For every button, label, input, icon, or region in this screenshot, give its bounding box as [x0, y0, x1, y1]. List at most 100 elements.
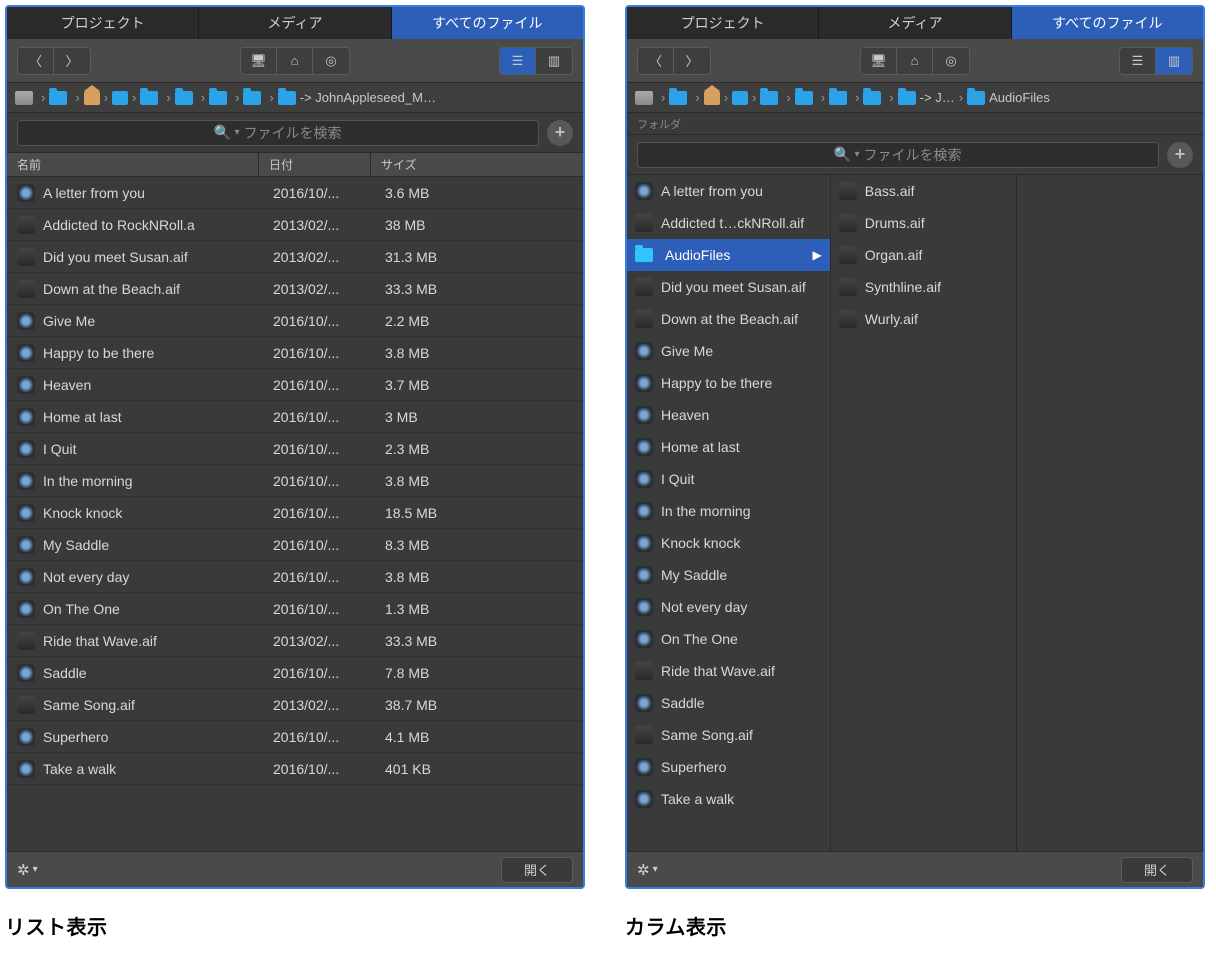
list-item[interactable]: Not every day — [627, 591, 830, 623]
tab-media[interactable]: メディア — [819, 7, 1011, 39]
forward-button[interactable]: 〉 — [674, 48, 710, 74]
list-view-button[interactable]: ☰ — [500, 48, 536, 74]
tab-all-files[interactable]: すべてのファイル — [1012, 7, 1203, 39]
table-row[interactable]: In the morning2016/10/...3.8 MB — [7, 465, 583, 497]
home-button[interactable]: ⌂ — [897, 48, 933, 74]
breadcrumb[interactable]: › › › › › › › › -> JohnAppleseed_M… — [7, 83, 583, 113]
list-item[interactable]: I Quit — [627, 463, 830, 495]
crumb-home[interactable] — [84, 91, 100, 105]
table-row[interactable]: Saddle2016/10/...7.8 MB — [7, 657, 583, 689]
table-row[interactable]: Did you meet Susan.aif2013/02/...31.3 MB — [7, 241, 583, 273]
list-item[interactable]: Did you meet Susan.aif — [627, 271, 830, 303]
project-loc-button[interactable]: ◎ — [933, 48, 969, 74]
table-row[interactable]: Down at the Beach.aif2013/02/...33.3 MB — [7, 273, 583, 305]
action-menu[interactable]: ✲▾ — [637, 861, 658, 879]
back-button[interactable]: 〈 — [638, 48, 674, 74]
add-button[interactable]: + — [547, 120, 573, 146]
crumb-folder[interactable] — [863, 91, 885, 105]
list-item[interactable]: Synthline.aif — [831, 271, 1016, 303]
list-item[interactable]: Knock knock — [627, 527, 830, 559]
crumb-folder[interactable]: -> J… — [898, 90, 955, 105]
list-item[interactable]: Home at last — [627, 431, 830, 463]
crumb-drive[interactable] — [15, 91, 37, 105]
forward-button[interactable]: 〉 — [54, 48, 90, 74]
computer-button[interactable]: 🖥 — [241, 48, 277, 74]
list-item[interactable]: AudioFiles▶ — [627, 239, 830, 271]
list-item[interactable]: Superhero — [627, 751, 830, 783]
list-item[interactable]: In the morning — [627, 495, 830, 527]
table-row[interactable]: Knock knock2016/10/...18.5 MB — [7, 497, 583, 529]
computer-button[interactable]: 🖥 — [861, 48, 897, 74]
list-item[interactable]: Organ.aif — [831, 239, 1016, 271]
list-item[interactable]: Down at the Beach.aif — [627, 303, 830, 335]
list-item[interactable]: Give Me — [627, 335, 830, 367]
table-row[interactable]: Take a walk2016/10/...401 KB — [7, 753, 583, 785]
tab-project[interactable]: プロジェクト — [7, 7, 199, 39]
table-row[interactable]: My Saddle2016/10/...8.3 MB — [7, 529, 583, 561]
list-item[interactable]: Drums.aif — [831, 207, 1016, 239]
open-button[interactable]: 開く — [1121, 857, 1193, 883]
table-row[interactable]: A letter from you2016/10/...3.6 MB — [7, 177, 583, 209]
action-menu[interactable]: ✲▾ — [17, 861, 38, 879]
list-item[interactable]: A letter from you — [627, 175, 830, 207]
table-row[interactable]: Happy to be there2016/10/...3.8 MB — [7, 337, 583, 369]
header-name[interactable]: 名前 — [7, 153, 259, 176]
table-row[interactable]: Addicted to RockNRoll.a2013/02/...38 MB — [7, 209, 583, 241]
column-view-area[interactable]: A letter from youAddicted t…ckNRoll.aifA… — [627, 175, 1203, 851]
column-view-button[interactable]: ▥ — [536, 48, 572, 74]
crumb-drive[interactable] — [635, 91, 657, 105]
crumb-folder[interactable] — [669, 91, 691, 105]
crumb-current[interactable]: AudioFiles — [967, 90, 1050, 105]
crumb-folder[interactable] — [243, 91, 265, 105]
tab-project[interactable]: プロジェクト — [627, 7, 819, 39]
project-loc-button[interactable]: ◎ — [313, 48, 349, 74]
tab-all-files[interactable]: すべてのファイル — [392, 7, 583, 39]
crumb-folder[interactable] — [209, 91, 231, 105]
back-button[interactable]: 〈 — [18, 48, 54, 74]
breadcrumb[interactable]: › › › › › › › › -> J…› AudioFiles — [627, 83, 1203, 113]
list-item[interactable]: Addicted t…ckNRoll.aif — [627, 207, 830, 239]
list-item[interactable]: On The One — [627, 623, 830, 655]
list-item[interactable]: Heaven — [627, 399, 830, 431]
table-row[interactable]: On The One2016/10/...1.3 MB — [7, 593, 583, 625]
table-row[interactable]: Heaven2016/10/...3.7 MB — [7, 369, 583, 401]
table-row[interactable]: Ride that Wave.aif2013/02/...33.3 MB — [7, 625, 583, 657]
table-row[interactable]: I Quit2016/10/...2.3 MB — [7, 433, 583, 465]
open-button[interactable]: 開く — [501, 857, 573, 883]
crumb-folder[interactable] — [49, 91, 71, 105]
file-list[interactable]: A letter from you2016/10/...3.6 MBAddict… — [7, 177, 583, 851]
crumb-folder[interactable] — [829, 91, 851, 105]
add-button[interactable]: + — [1167, 142, 1193, 168]
list-item[interactable]: Take a walk — [627, 783, 830, 815]
home-button[interactable]: ⌂ — [277, 48, 313, 74]
list-item[interactable]: Bass.aif — [831, 175, 1016, 207]
list-item[interactable]: Wurly.aif — [831, 303, 1016, 335]
table-row[interactable]: Superhero2016/10/...4.1 MB — [7, 721, 583, 753]
crumb-dropbox[interactable] — [112, 91, 128, 105]
table-row[interactable]: Home at last2016/10/...3 MB — [7, 401, 583, 433]
list-item[interactable]: Ride that Wave.aif — [627, 655, 830, 687]
crumb-folder[interactable] — [795, 91, 817, 105]
tab-media[interactable]: メディア — [199, 7, 391, 39]
table-row[interactable]: Same Song.aif2013/02/...38.7 MB — [7, 689, 583, 721]
search-input[interactable]: 🔍 ▾ ファイルを検索 — [637, 142, 1159, 168]
crumb-folder[interactable] — [760, 91, 782, 105]
header-size[interactable]: サイズ — [371, 153, 583, 176]
crumb-dropbox[interactable] — [732, 91, 748, 105]
column-view-button[interactable]: ▥ — [1156, 48, 1192, 74]
crumb-folder[interactable] — [175, 91, 197, 105]
crumb-home[interactable] — [704, 91, 720, 105]
column-1[interactable]: A letter from youAddicted t…ckNRoll.aifA… — [627, 175, 831, 851]
list-item[interactable]: Saddle — [627, 687, 830, 719]
column-3[interactable] — [1017, 175, 1203, 851]
list-view-button[interactable]: ☰ — [1120, 48, 1156, 74]
search-input[interactable]: 🔍 ▾ ファイルを検索 — [17, 120, 539, 146]
column-2[interactable]: Bass.aifDrums.aifOrgan.aifSynthline.aifW… — [831, 175, 1017, 851]
table-row[interactable]: Not every day2016/10/...3.8 MB — [7, 561, 583, 593]
header-date[interactable]: 日付 — [259, 153, 371, 176]
list-item[interactable]: Same Song.aif — [627, 719, 830, 751]
crumb-current[interactable]: -> JohnAppleseed_M… — [278, 90, 436, 105]
crumb-folder[interactable] — [140, 91, 162, 105]
list-item[interactable]: My Saddle — [627, 559, 830, 591]
table-row[interactable]: Give Me2016/10/...2.2 MB — [7, 305, 583, 337]
